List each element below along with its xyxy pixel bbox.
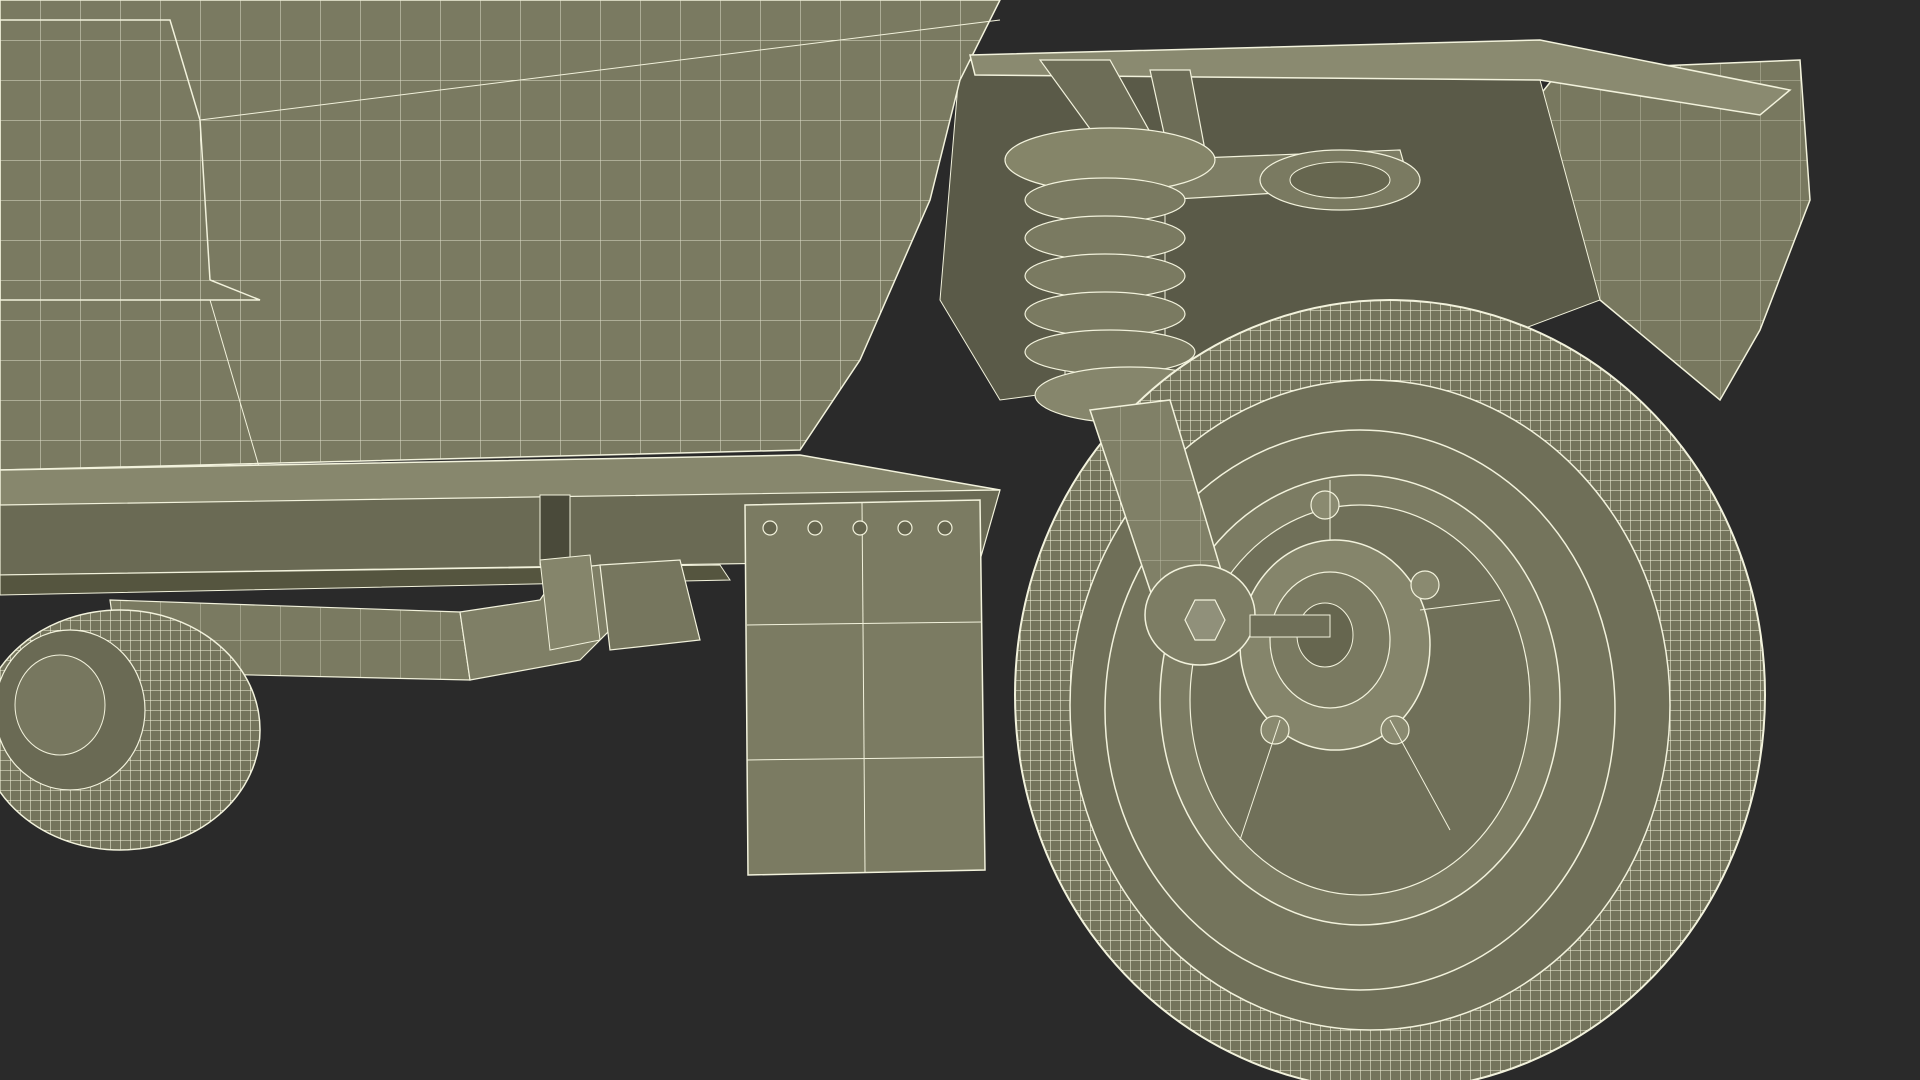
- rear-wheel: [0, 609, 261, 851]
- wireframe-render-viewport: [0, 0, 1920, 1080]
- lug-nut: [1310, 490, 1340, 520]
- mudflap-bolt: [937, 520, 953, 536]
- mudflap-bolt: [897, 520, 913, 536]
- mudflap-bolt: [852, 520, 868, 536]
- mudflap: [744, 499, 986, 876]
- lug-nut: [1410, 570, 1440, 600]
- mudflap-bolt: [762, 520, 778, 536]
- lug-nut: [1260, 715, 1290, 745]
- mudflap-bolt: [807, 520, 823, 536]
- vehicle-wireframe-render: [0, 0, 1920, 1080]
